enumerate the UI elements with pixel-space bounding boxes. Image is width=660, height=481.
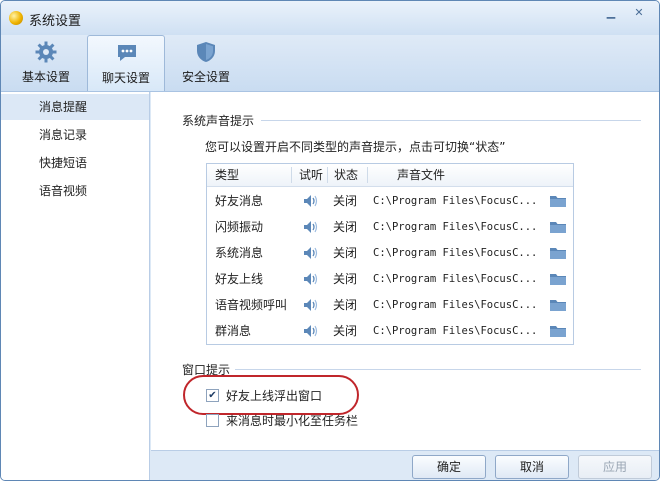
sound-file-path: C:\Program Files\FocusC... — [373, 273, 538, 285]
settings-window: 系统设置 ▁ ✕ 基本设置 聊天设置 安全设置 消息提醒 消息记录 快捷短语 语… — [0, 0, 660, 481]
speaker-icon[interactable] — [303, 194, 319, 208]
speaker-icon[interactable] — [303, 272, 319, 286]
sound-file-path: C:\Program Files\FocusC... — [373, 299, 538, 311]
folder-icon[interactable] — [549, 246, 567, 260]
folder-icon[interactable] — [549, 194, 567, 208]
sidebar-item-quick-phrases[interactable]: 快捷短语 — [1, 150, 149, 176]
sidebar-item-message-history[interactable]: 消息记录 — [1, 122, 149, 148]
sound-status[interactable]: 关闭 — [333, 214, 357, 240]
sound-type: 闪频振动 — [215, 220, 264, 234]
online-popup-checkbox[interactable]: ✔ — [206, 389, 219, 402]
window-title: 系统设置 — [29, 14, 82, 29]
folder-icon[interactable] — [549, 220, 567, 234]
column-divider — [327, 167, 328, 183]
minimize-taskbar-checkbox-row[interactable]: 来消息时最小化至任务栏 — [206, 411, 376, 431]
category-toolbar: 基本设置 聊天设置 安全设置 — [1, 35, 659, 92]
column-divider — [367, 167, 368, 183]
sound-file-path: C:\Program Files\FocusC... — [373, 247, 538, 259]
section-divider — [261, 120, 641, 121]
table-row[interactable]: 闪频振动 关闭 C:\Program Files\FocusC... — [207, 214, 573, 240]
speaker-icon[interactable] — [303, 298, 319, 312]
speaker-icon[interactable] — [303, 246, 319, 260]
column-header-status: 状态 — [334, 168, 359, 182]
sound-file-path: C:\Program Files\FocusC... — [373, 221, 538, 233]
ok-button[interactable]: 确定 — [412, 455, 486, 479]
tab-label: 聊天设置 — [101, 71, 150, 85]
column-header-preview: 试听 — [299, 168, 324, 182]
minimize-taskbar-checkbox-label: 来消息时最小化至任务栏 — [226, 414, 359, 428]
tab-label: 安全设置 — [181, 70, 230, 84]
online-popup-checkbox-row[interactable]: ✔ 好友上线浮出窗口 — [206, 386, 356, 406]
folder-icon[interactable] — [549, 272, 567, 286]
tab-security-settings[interactable]: 安全设置 — [167, 35, 245, 91]
column-divider — [291, 167, 292, 183]
column-header-sound-file: 声音文件 — [397, 168, 446, 182]
column-header-type: 类型 — [215, 168, 240, 182]
folder-icon[interactable] — [549, 324, 567, 338]
sound-type: 群消息 — [215, 324, 252, 338]
shield-icon — [197, 42, 215, 62]
sound-type: 系统消息 — [215, 246, 264, 260]
dialog-footer: 确定 取消 应用 — [151, 450, 659, 480]
apply-button[interactable]: 应用 — [578, 455, 652, 479]
sound-file-path: C:\Program Files\FocusC... — [373, 325, 538, 337]
table-row[interactable]: 群消息 关闭 C:\Program Files\FocusC... — [207, 318, 573, 344]
folder-icon[interactable] — [549, 298, 567, 312]
table-row[interactable]: 好友消息 关闭 C:\Program Files\FocusC... — [207, 188, 573, 214]
sidebar-item-voice-video[interactable]: 语音视频 — [1, 178, 149, 204]
tab-basic-settings[interactable]: 基本设置 — [7, 35, 85, 91]
sidebar-item-message-alert[interactable]: 消息提醒 — [1, 94, 149, 120]
close-icon[interactable]: ✕ — [629, 5, 649, 21]
tab-chat-settings[interactable]: 聊天设置 — [87, 35, 165, 91]
sound-status[interactable]: 关闭 — [333, 318, 357, 344]
table-row[interactable]: 好友上线 关闭 C:\Program Files\FocusC... — [207, 266, 573, 292]
sound-status[interactable]: 关闭 — [333, 266, 357, 292]
minimize-taskbar-checkbox[interactable] — [206, 414, 219, 427]
online-popup-checkbox-label: 好友上线浮出窗口 — [226, 389, 323, 403]
settings-sidebar: 消息提醒 消息记录 快捷短语 语音视频 — [1, 92, 150, 480]
table-row[interactable]: 系统消息 关闭 C:\Program Files\FocusC... — [207, 240, 573, 266]
app-logo-icon — [9, 11, 23, 25]
sound-type: 语音视频呼叫 — [215, 298, 288, 312]
sound-status[interactable]: 关闭 — [333, 292, 357, 318]
tab-label: 基本设置 — [21, 70, 70, 84]
chat-icon — [118, 45, 136, 61]
speaker-icon[interactable] — [303, 324, 319, 338]
sound-type: 好友消息 — [215, 194, 264, 208]
sound-section-title: 系统声音提示 — [182, 114, 255, 128]
settings-content: 系统声音提示 您可以设置开启不同类型的声音提示，点击可切换“状态” 类型 试听 … — [151, 92, 659, 450]
speaker-icon[interactable] — [303, 220, 319, 234]
sound-table: 类型 试听 状态 声音文件 好友消息 关闭 C:\Program Files\F… — [206, 163, 574, 345]
table-row[interactable]: 语音视频呼叫 关闭 C:\Program Files\FocusC... — [207, 292, 573, 318]
sound-status[interactable]: 关闭 — [333, 188, 357, 214]
sound-type: 好友上线 — [215, 272, 264, 286]
table-header: 类型 试听 状态 声音文件 — [207, 164, 573, 187]
sound-file-path: C:\Program Files\FocusC... — [373, 195, 538, 207]
cancel-button[interactable]: 取消 — [495, 455, 569, 479]
title-bar[interactable]: 系统设置 ▁ ✕ — [1, 1, 659, 35]
sound-hint-text: 您可以设置开启不同类型的声音提示，点击可切换“状态” — [205, 140, 506, 154]
section-divider — [235, 369, 641, 370]
sound-status[interactable]: 关闭 — [333, 240, 357, 266]
minimize-icon[interactable]: ▁ — [601, 5, 621, 21]
gear-icon — [35, 41, 57, 63]
